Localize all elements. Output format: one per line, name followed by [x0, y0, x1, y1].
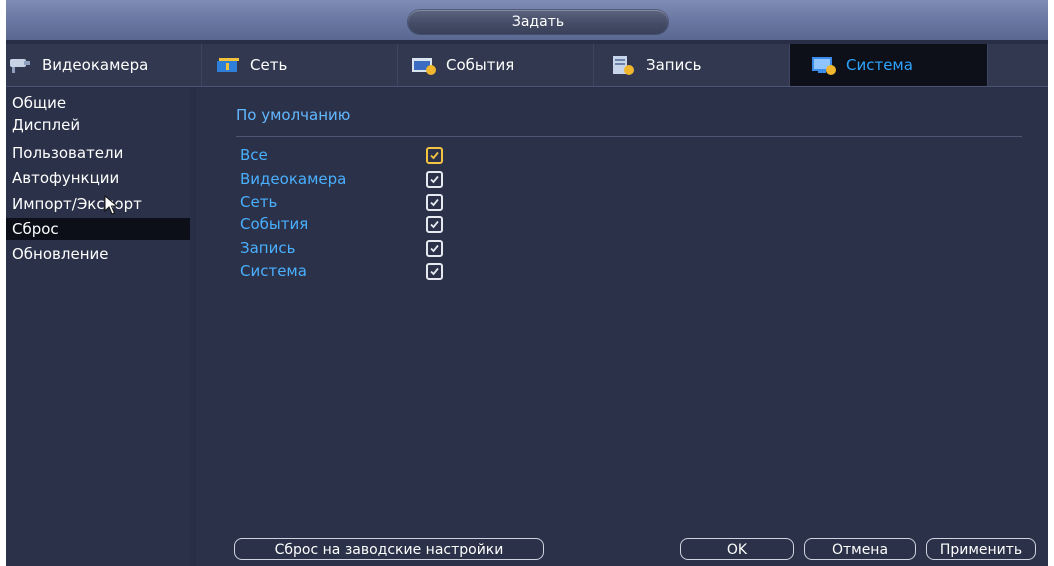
sidebar-item-import-export[interactable]: Импорт/Экспорт — [6, 193, 190, 215]
option-label-record: Запись — [240, 239, 296, 257]
events-icon — [410, 54, 438, 76]
network-icon — [214, 54, 242, 76]
checkbox-network[interactable] — [426, 194, 443, 211]
tab-system[interactable]: Система — [790, 44, 988, 86]
apply-button[interactable]: Применить — [926, 538, 1036, 560]
tab-bar: Видеокамера Сеть События Запись Система — [6, 44, 1048, 87]
main-panel: По умолчанию Все Видеокамера Сеть Событи… — [196, 88, 1048, 566]
check-icon — [430, 198, 439, 207]
check-icon — [430, 151, 439, 160]
cancel-button[interactable]: Отмена — [804, 538, 916, 560]
tab-network[interactable]: Сеть — [202, 44, 398, 86]
record-icon — [610, 54, 638, 76]
divider — [236, 136, 1022, 137]
sidebar-item-autofunctions[interactable]: Автофункции — [6, 167, 190, 189]
check-icon — [430, 267, 439, 276]
section-title: По умолчанию — [236, 106, 351, 124]
checkbox-camera[interactable] — [426, 171, 443, 188]
tab-camera[interactable]: Видеокамера — [6, 44, 202, 86]
check-icon — [430, 220, 439, 229]
tab-record-label: Запись — [646, 56, 702, 74]
option-label-network: Сеть — [240, 193, 278, 211]
factory-reset-button[interactable]: Сброс на заводские настройки — [234, 538, 544, 560]
ok-button[interactable]: OK — [680, 538, 794, 560]
sidebar-item-display[interactable]: Дисплей — [6, 114, 190, 136]
tab-record[interactable]: Запись — [594, 44, 790, 86]
sidebar: Общие Дисплей Пользователи Автофункции И… — [6, 88, 190, 566]
sidebar-item-update[interactable]: Обновление — [6, 243, 190, 265]
camera-icon — [6, 54, 34, 76]
tab-network-label: Сеть — [250, 56, 288, 74]
settings-window: Задать Видеокамера Сеть События Запись С… — [6, 0, 1048, 566]
checkbox-events[interactable] — [426, 216, 443, 233]
option-label-events: События — [240, 215, 309, 233]
sidebar-item-general[interactable]: Общие — [6, 92, 190, 114]
check-icon — [430, 244, 439, 253]
checkbox-record[interactable] — [426, 240, 443, 257]
mouse-cursor-icon — [104, 195, 118, 215]
checkbox-all[interactable] — [426, 147, 443, 164]
tab-camera-label: Видеокамера — [42, 56, 149, 74]
option-label-all: Все — [240, 146, 268, 164]
tab-events-label: События — [446, 56, 515, 74]
tab-system-label: Система — [846, 56, 913, 74]
check-icon — [430, 175, 439, 184]
window-title: Задать — [408, 10, 668, 34]
sidebar-item-users[interactable]: Пользователи — [6, 142, 190, 164]
sidebar-item-reset[interactable]: Сброс — [6, 218, 190, 240]
checkbox-system[interactable] — [426, 263, 443, 280]
option-label-camera: Видеокамера — [240, 170, 347, 188]
title-bar: Задать — [6, 0, 1048, 40]
system-icon — [810, 54, 838, 76]
option-label-system: Система — [240, 262, 307, 280]
tab-events[interactable]: События — [398, 44, 594, 86]
